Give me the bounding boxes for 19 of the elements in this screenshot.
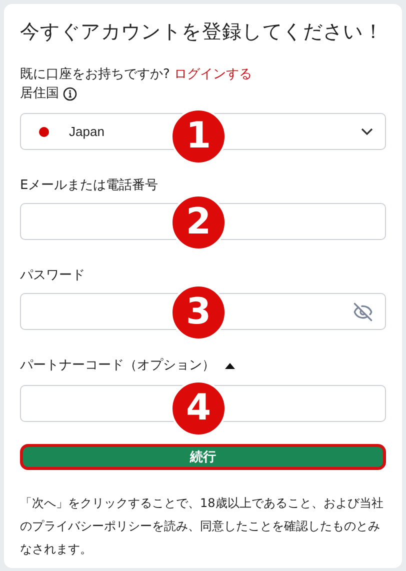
caret-up-icon[interactable]	[225, 362, 235, 368]
field-label: Eメールまたは電話番号	[20, 177, 160, 195]
select-value: Japan	[69, 124, 104, 139]
info-icon[interactable]	[63, 86, 77, 100]
flag-dot-icon	[39, 126, 49, 136]
chevron-down-icon	[361, 128, 373, 135]
field-label: パスワード	[20, 267, 86, 285]
step-marker: 4	[170, 380, 227, 436]
step-marker: 3	[170, 284, 227, 340]
consent-notice: 「次へ」をクリックすることで、18歳以上であること、および当社のプライバシーポリシーを読み、同意したことを確認したものとみなされます。	[20, 495, 384, 558]
field-label: パートナーコード（オプション）	[20, 357, 215, 375]
field-label: 居住国	[20, 85, 59, 103]
login-link[interactable]: ログインする	[174, 65, 252, 84]
step-marker: 2	[170, 194, 227, 250]
step-marker: 1	[170, 108, 227, 164]
continue-button[interactable]: 続行	[20, 444, 386, 470]
eye-slash-icon[interactable]	[353, 302, 373, 322]
page-title: 今すぐアカウントを登録してください！	[20, 19, 385, 45]
login-prompt: 既に口座をお持ちですか?	[20, 66, 170, 84]
